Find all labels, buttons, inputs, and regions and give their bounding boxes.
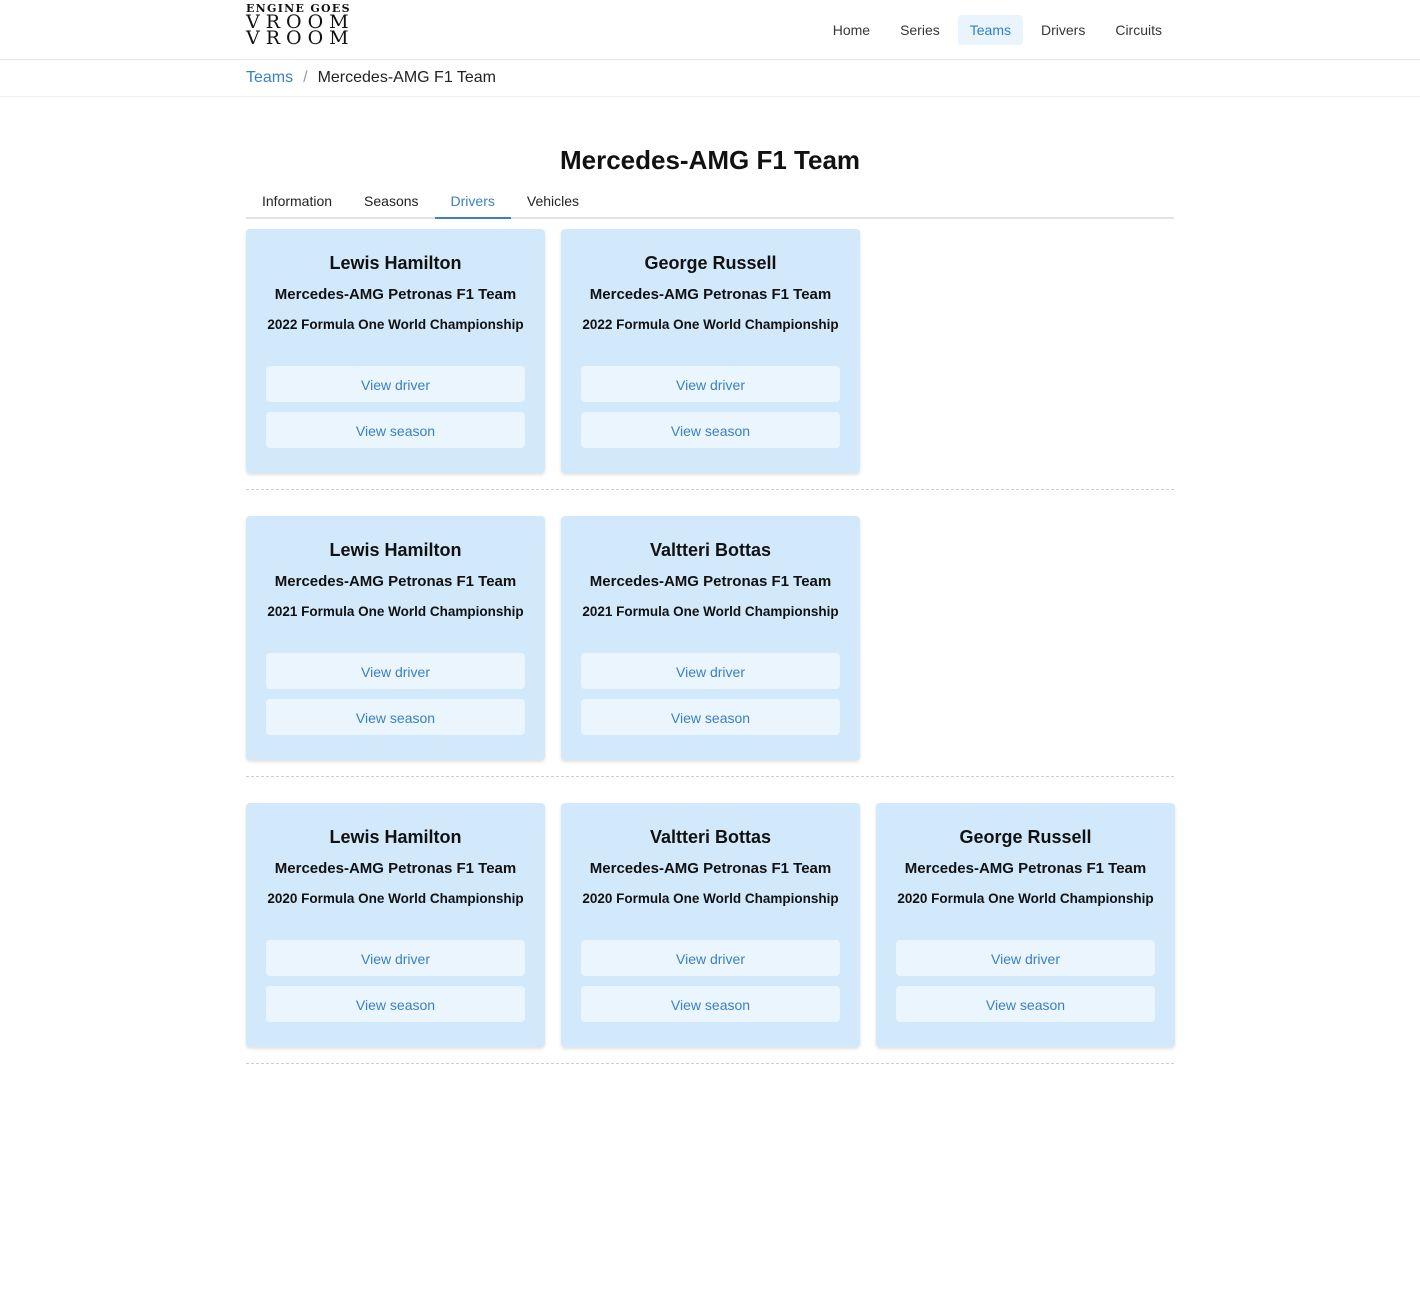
site-logo[interactable]: ENGINE GOES VROOM VROOM — [246, 3, 380, 49]
nav-drivers[interactable]: Drivers — [1029, 15, 1097, 45]
driver-card: Lewis Hamilton Mercedes-AMG Petronas F1 … — [246, 803, 545, 1047]
driver-name: Lewis Hamilton — [329, 540, 462, 560]
view-season-button[interactable]: View season — [266, 699, 525, 735]
season-group-2020: Lewis Hamilton Mercedes-AMG Petronas F1 … — [246, 793, 1175, 1064]
view-driver-button[interactable]: View driver — [266, 366, 525, 402]
driver-name: George Russell — [959, 827, 1092, 847]
view-season-button[interactable]: View season — [266, 412, 525, 448]
season-name: 2020 Formula One World Championship — [267, 891, 524, 906]
view-driver-button[interactable]: View driver — [581, 366, 840, 402]
view-season-button[interactable]: View season — [266, 986, 525, 1022]
season-group-2021: Lewis Hamilton Mercedes-AMG Petronas F1 … — [246, 506, 1174, 777]
team-name: Mercedes-AMG Petronas F1 Team — [274, 573, 517, 590]
view-driver-button[interactable]: View driver — [266, 940, 525, 976]
tab-information[interactable]: Information — [246, 187, 348, 219]
tab-seasons[interactable]: Seasons — [348, 187, 434, 219]
driver-name: Lewis Hamilton — [329, 827, 462, 847]
team-name: Mercedes-AMG Petronas F1 Team — [589, 286, 832, 303]
season-name: 2022 Formula One World Championship — [267, 317, 524, 332]
season-name: 2021 Formula One World Championship — [582, 604, 839, 619]
season-name: 2022 Formula One World Championship — [582, 317, 839, 332]
driver-card: Lewis Hamilton Mercedes-AMG Petronas F1 … — [246, 516, 545, 760]
view-driver-button[interactable]: View driver — [581, 940, 840, 976]
breadcrumb-bar: Teams / Mercedes-AMG F1 Team — [0, 60, 1420, 97]
driver-card: Lewis Hamilton Mercedes-AMG Petronas F1 … — [246, 229, 545, 473]
page-title: Mercedes-AMG F1 Team — [559, 145, 861, 175]
team-name: Mercedes-AMG Petronas F1 Team — [274, 286, 517, 303]
driver-card: Valtteri Bottas Mercedes-AMG Petronas F1… — [561, 803, 860, 1047]
driver-name: George Russell — [644, 253, 777, 273]
breadcrumb-separator: / — [303, 69, 308, 86]
driver-name: Valtteri Bottas — [649, 827, 772, 847]
tab-vehicles[interactable]: Vehicles — [511, 187, 595, 219]
season-name: 2020 Formula One World Championship — [582, 891, 839, 906]
breadcrumb-current: Mercedes-AMG F1 Team — [317, 69, 496, 86]
season-group-2022: Lewis Hamilton Mercedes-AMG Petronas F1 … — [246, 219, 1174, 490]
main-content: Mercedes-AMG F1 Team Information Seasons… — [246, 141, 1175, 1064]
nav-circuits[interactable]: Circuits — [1103, 15, 1174, 45]
tab-drivers[interactable]: Drivers — [434, 187, 511, 219]
main-nav: Home Series Teams Drivers Circuits — [821, 15, 1174, 45]
team-tabs: Information Seasons Drivers Vehicles — [246, 187, 1174, 219]
breadcrumb: Teams / Mercedes-AMG F1 Team — [246, 69, 496, 87]
team-name: Mercedes-AMG Petronas F1 Team — [274, 860, 517, 877]
view-driver-button[interactable]: View driver — [896, 940, 1155, 976]
view-season-button[interactable]: View season — [581, 986, 840, 1022]
season-name: 2020 Formula One World Championship — [897, 891, 1154, 906]
nav-home[interactable]: Home — [821, 15, 882, 45]
view-driver-button[interactable]: View driver — [266, 653, 525, 689]
team-name: Mercedes-AMG Petronas F1 Team — [904, 860, 1147, 877]
driver-card: George Russell Mercedes-AMG Petronas F1 … — [876, 803, 1175, 1047]
driver-card: Valtteri Bottas Mercedes-AMG Petronas F1… — [561, 516, 860, 760]
view-season-button[interactable]: View season — [581, 412, 840, 448]
nav-teams[interactable]: Teams — [957, 15, 1023, 45]
view-season-button[interactable]: View season — [581, 699, 840, 735]
driver-card: George Russell Mercedes-AMG Petronas F1 … — [561, 229, 860, 473]
team-name: Mercedes-AMG Petronas F1 Team — [589, 860, 832, 877]
view-driver-button[interactable]: View driver — [581, 653, 840, 689]
team-name: Mercedes-AMG Petronas F1 Team — [589, 573, 832, 590]
top-navbar: ENGINE GOES VROOM VROOM Home Series Team… — [0, 0, 1420, 60]
logo-line-3: VROOM — [246, 27, 355, 49]
season-name: 2021 Formula One World Championship — [267, 604, 524, 619]
nav-series[interactable]: Series — [888, 15, 952, 45]
driver-name: Lewis Hamilton — [329, 253, 462, 273]
driver-name: Valtteri Bottas — [649, 540, 772, 560]
breadcrumb-teams-link[interactable]: Teams — [246, 69, 293, 87]
view-season-button[interactable]: View season — [896, 986, 1155, 1022]
